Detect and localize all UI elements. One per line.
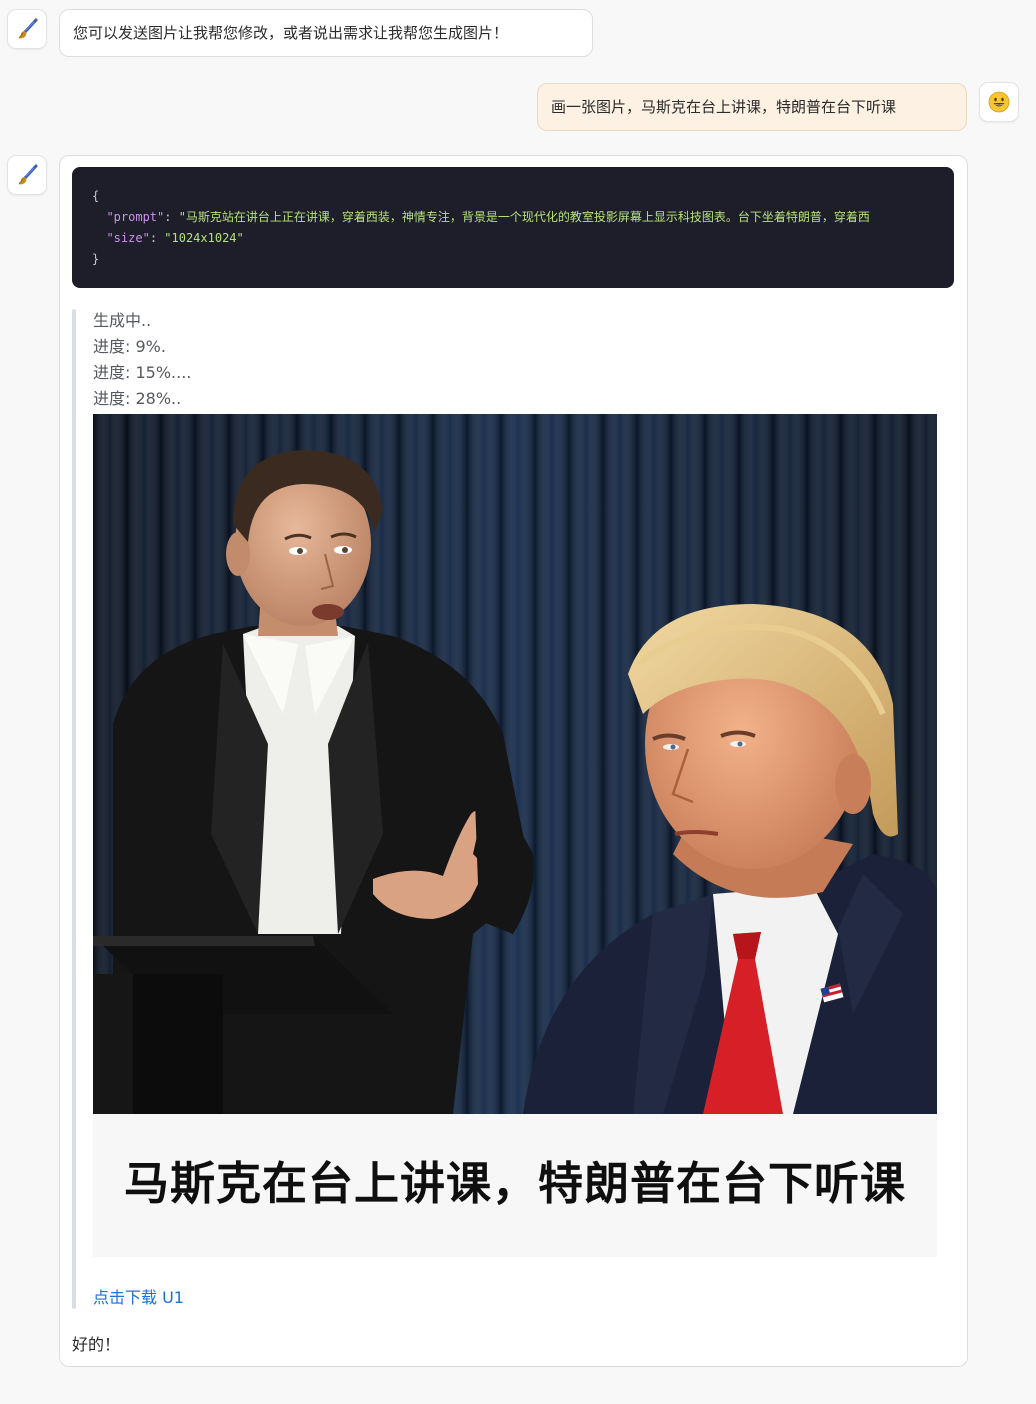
code-line-open: { (92, 186, 954, 207)
generated-image[interactable]: 马斯克在台上讲课，特朗普在台下听课 (93, 414, 937, 1257)
code-size-key: "size" (106, 231, 150, 245)
bot-avatar (7, 9, 47, 49)
image-caption: 马斯克在台上讲课，特朗普在台下听课 (123, 1157, 906, 1210)
generated-image-illustration (93, 414, 937, 1257)
progress-status-line: 进度: 28%.. (93, 389, 182, 408)
code-open-brace: { (92, 189, 100, 203)
final-reply-text: 好的！ (72, 1335, 121, 1354)
code-line-size: "size": "1024x1024" (106, 231, 244, 245)
progress-status-line: 进度: 9%. (93, 337, 166, 356)
user-request-bubble: 画一张图片，马斯克在台上讲课，特朗普在台下听课 (537, 83, 967, 131)
download-u1-link[interactable]: 点击下载 U1 (93, 1284, 184, 1308)
smiley-face-icon (988, 91, 1010, 113)
json-code-block: { "prompt": "马斯克站在讲台上正在讲课，穿着西装，神情专注，背景是一… (72, 167, 954, 288)
code-prompt-value: "马斯克站在讲台上正在讲课，穿着西装，神情专注，背景是一个现代化的教室投影屏幕上… (178, 210, 870, 224)
code-line-prompt: "prompt": "马斯克站在讲台上正在讲课，穿着西装，神情专注，背景是一个现… (106, 210, 870, 224)
user-request-text: 画一张图片，马斯克在台上讲课，特朗普在台下听课 (551, 98, 897, 116)
bot-avatar (7, 155, 47, 195)
blockquote-bar (72, 309, 76, 1309)
code-close-brace: } (92, 252, 100, 266)
paintbrush-icon (18, 164, 38, 185)
bot-greeting-text: 您可以发送图片让我帮您修改，或者说出需求让我帮您生成图片！ (73, 24, 509, 42)
progress-status-line: 进度: 15%.... (93, 363, 192, 382)
code-line-close: } (92, 249, 954, 270)
paintbrush-icon (18, 18, 38, 39)
code-prompt-key: "prompt" (106, 210, 165, 224)
progress-status-line: 生成中.. (93, 311, 152, 330)
bot-greeting-bubble: 您可以发送图片让我帮您修改，或者说出需求让我帮您生成图片！ (59, 9, 593, 57)
code-size-value: "1024x1024" (164, 231, 244, 245)
user-avatar (979, 82, 1019, 122)
